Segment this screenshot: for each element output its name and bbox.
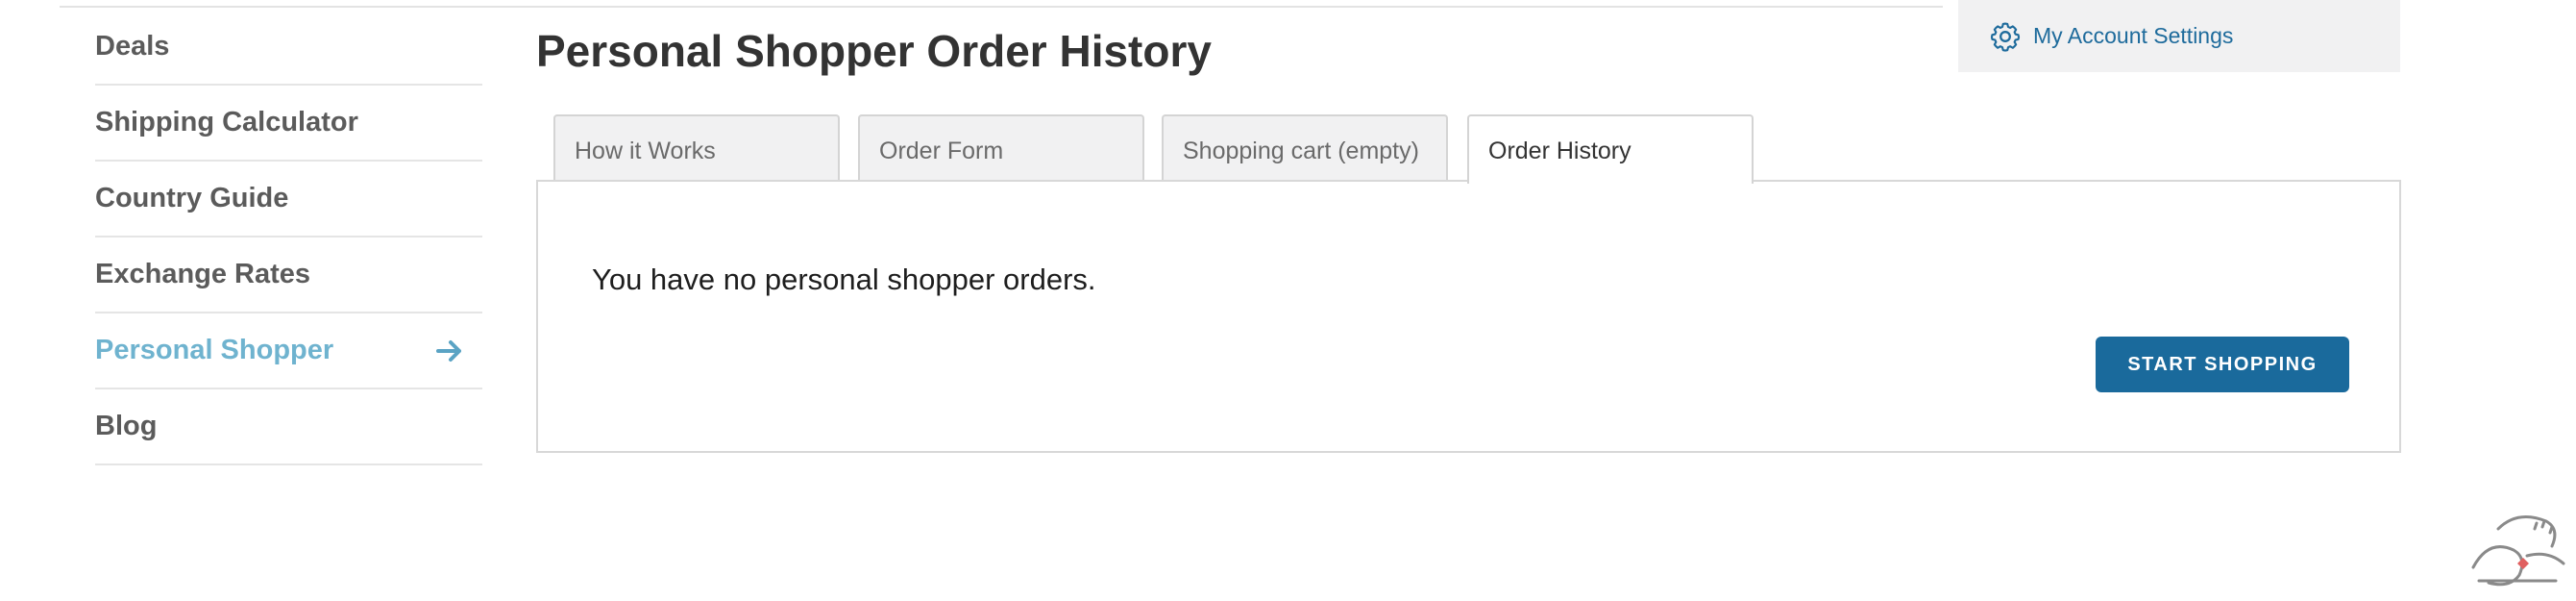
sidebar-item-label: Country Guide [95,183,289,213]
top-divider [60,6,1943,8]
tab-how-it-works[interactable]: How it Works [553,114,840,182]
tab-order-history[interactable]: Order History [1467,114,1754,184]
tab-label: Shopping cart (empty) [1183,138,1419,164]
gear-icon [1989,20,2022,53]
sidebar-item-country-guide[interactable]: Country Guide [95,162,482,238]
sidebar-item-label: Personal Shopper [95,335,334,365]
sidebar-item-label: Shipping Calculator [95,107,358,138]
empty-orders-message: You have no personal shopper orders. [592,263,1096,296]
sidebar-item-exchange-rates[interactable]: Exchange Rates [95,238,482,313]
account-settings-link[interactable]: My Account Settings [1958,0,2400,72]
order-history-panel: You have no personal shopper orders. STA… [536,180,2401,453]
account-settings-label: My Account Settings [2033,23,2234,48]
page-title: Personal Shopper Order History [536,26,1212,76]
tab-shopping-cart[interactable]: Shopping cart (empty) [1162,114,1448,182]
tab-order-form[interactable]: Order Form [858,114,1144,182]
sidebar-item-label: Exchange Rates [95,259,311,289]
sidebar-item-personal-shopper[interactable]: Personal Shopper [95,313,482,389]
page: Deals Shipping Calculator Country Guide … [0,0,2576,601]
tab-label: Order History [1488,138,1631,164]
watermark-logo [2460,500,2573,601]
arrow-right-icon [436,339,463,363]
sidebar-item-label: Deals [95,31,170,62]
tab-label: Order Form [879,138,1004,164]
sidebar-item-deals[interactable]: Deals [95,10,482,86]
sidebar-item-blog[interactable]: Blog [95,389,482,465]
sidebar-item-label: Blog [95,411,158,441]
start-shopping-button[interactable]: START SHOPPING [2096,337,2349,392]
sidebar-nav: Deals Shipping Calculator Country Guide … [95,10,482,465]
tab-label: How it Works [575,138,716,164]
sidebar-item-shipping-calculator[interactable]: Shipping Calculator [95,86,482,162]
